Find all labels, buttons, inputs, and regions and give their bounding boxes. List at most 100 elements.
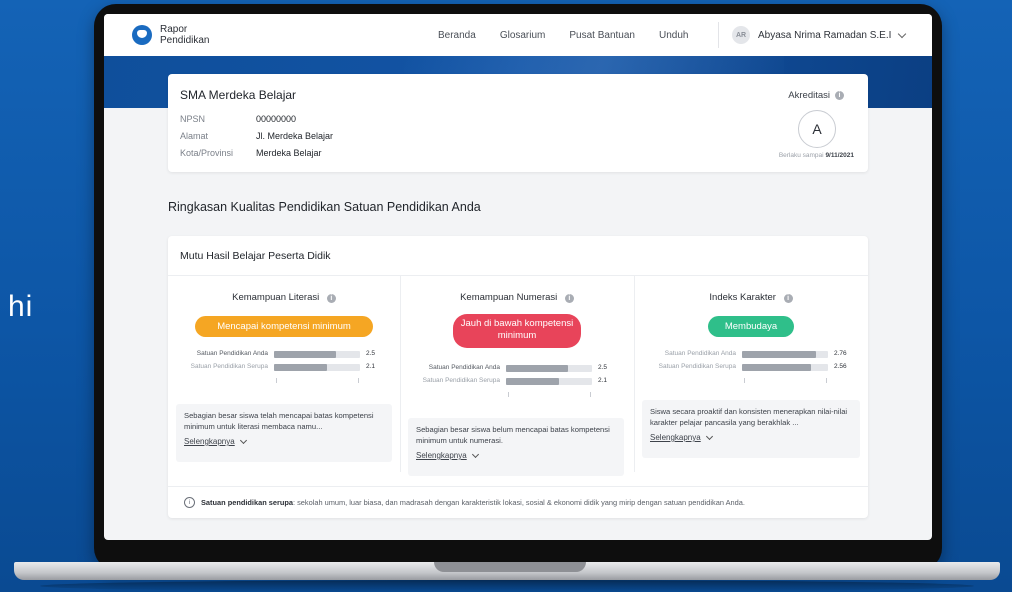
top-navbar: Rapor Pendidikan Beranda Glosarium Pusat… — [104, 14, 932, 57]
description-box: Sebagian besar siswa belum mencapai bata… — [408, 418, 624, 476]
metric-title-text: Indeks Karakter — [709, 292, 776, 303]
bar-track — [274, 351, 360, 358]
bar-label: Satuan Pendidikan Serupa — [190, 363, 268, 370]
field-alamat: Alamat Jl. Merdeka Belajar — [180, 131, 333, 141]
user-name: Abyasa Nrima Ramadan S.E.I — [758, 29, 892, 41]
scale-tick — [276, 378, 277, 383]
validity-date: 9/11/2021 — [825, 152, 854, 159]
metric-title: Kemampuan Literasi i — [168, 292, 400, 303]
field-kota-provinsi: Kota/Provinsi Merdeka Belajar — [180, 148, 322, 158]
info-icon[interactable]: i — [783, 294, 793, 303]
footnote-text: : sekolah umum, luar biasa, dan madrasah… — [293, 497, 745, 507]
footnote-term: Satuan pendidikan serupa — [201, 497, 293, 507]
user-menu[interactable]: AR Abyasa Nrima Ramadan S.E.I — [732, 14, 907, 56]
description-text: Sebagian besar siswa belum mencapai bata… — [416, 425, 610, 445]
read-more-label: Selengkapnya — [416, 451, 467, 460]
status-badge: Mencapai kompetensi minimum — [195, 316, 373, 337]
bar-fill — [506, 365, 568, 372]
nav-divider — [718, 22, 719, 48]
metric-numerasi: Kemampuan Numerasi i Jauh di bawah kompe… — [400, 276, 635, 476]
brand-logo[interactable]: Rapor Pendidikan — [132, 24, 209, 46]
bar-value: 2.5 — [366, 350, 376, 357]
bar-fill — [274, 351, 336, 358]
status-badge: Jauh di bawah kompetensi minimum — [453, 314, 581, 348]
info-icon: i — [184, 496, 195, 508]
bar-fill — [506, 378, 560, 385]
nav-links: Beranda Glosarium Pusat Bantuan Unduh — [438, 14, 712, 56]
bar-label: Satuan Pendidikan Serupa — [658, 363, 736, 370]
validity-prefix: Berlaku sampai — [778, 152, 824, 159]
chevron-down-icon — [898, 29, 907, 38]
field-value: Jl. Merdeka Belajar — [256, 131, 334, 141]
side-caption: hi — [8, 290, 34, 323]
avatar: AR — [732, 26, 750, 44]
accreditation-grade: A — [798, 110, 836, 148]
metric-title-text: Kemampuan Literasi — [232, 292, 320, 303]
laptop-notch — [434, 562, 586, 572]
metric-title: Kemampuan Numerasi i — [400, 292, 634, 303]
bar-value: 2.5 — [598, 364, 608, 371]
info-icon[interactable]: i — [835, 91, 844, 100]
quality-card-title: Mutu Hasil Belajar Peserta Didik — [180, 250, 331, 262]
scale-tick — [826, 378, 827, 383]
read-more-label: Selengkapnya — [650, 433, 701, 442]
nav-link-beranda[interactable]: Beranda — [438, 30, 476, 41]
bar-track — [506, 378, 592, 385]
info-icon[interactable]: i — [326, 294, 336, 303]
status-badge: Membudaya — [708, 316, 794, 337]
quality-card: Mutu Hasil Belajar Peserta Didik Kemampu… — [168, 236, 868, 518]
metric-literasi: Kemampuan Literasi i Mencapai kompetensi… — [168, 276, 401, 472]
bar-label: Satuan Pendidikan Anda — [196, 350, 268, 357]
bar-value: 2.1 — [598, 377, 608, 384]
nav-link-glosarium[interactable]: Glosarium — [500, 30, 546, 41]
read-more-link[interactable]: Selengkapnya — [184, 436, 384, 447]
bar-track — [274, 364, 360, 371]
info-icon[interactable]: i — [564, 294, 574, 303]
bar-fill — [742, 351, 816, 358]
description-box: Sebagian besar siswa telah mencapai bata… — [176, 404, 392, 462]
description-box: Siswa secara proaktif dan konsisten mene… — [642, 400, 860, 458]
chevron-down-icon — [239, 436, 247, 444]
nav-link-unduh[interactable]: Unduh — [659, 30, 688, 41]
bar-fill — [274, 364, 328, 371]
scale-tick — [358, 378, 359, 383]
scale-tick — [744, 378, 745, 383]
scale-tick — [508, 392, 509, 397]
chevron-down-icon — [471, 450, 479, 458]
school-name: SMA Merdeka Belajar — [180, 88, 297, 102]
description-text: Siswa secara proaktif dan konsisten mene… — [650, 407, 848, 427]
accreditation-text: Akreditasi — [788, 90, 830, 101]
bar-value: 2.76 — [834, 350, 847, 357]
metric-karakter: Indeks Karakter i Membudaya Satuan Pendi… — [634, 276, 868, 472]
laptop-shadow — [40, 580, 974, 592]
bar-track — [742, 364, 828, 371]
read-more-label: Selengkapnya — [184, 437, 235, 446]
footnote: i Satuan pendidikan serupa: sekolah umum… — [168, 486, 868, 517]
bar-track — [506, 365, 592, 372]
scale-tick — [590, 392, 591, 397]
accreditation-label: Akreditasi i — [788, 90, 844, 101]
read-more-link[interactable]: Selengkapnya — [416, 450, 616, 461]
bar-track — [742, 351, 828, 358]
field-label: NPSN — [180, 114, 206, 124]
logo-line-2: Pendidikan — [160, 35, 210, 46]
bar-value: 2.56 — [834, 363, 847, 370]
metric-title: Indeks Karakter i — [634, 292, 868, 303]
school-card: SMA Merdeka Belajar NPSN 00000000 Alamat… — [168, 74, 868, 172]
metric-title-text: Kemampuan Numerasi — [460, 292, 558, 303]
field-value: 00000000 — [256, 114, 297, 124]
field-label: Kota/Provinsi — [180, 148, 234, 158]
field-value: Merdeka Belajar — [256, 148, 322, 158]
bar-label: Satuan Pendidikan Anda — [428, 364, 500, 371]
nav-link-pusat-bantuan[interactable]: Pusat Bantuan — [569, 30, 635, 41]
bar-label: Satuan Pendidikan Anda — [664, 350, 736, 357]
field-label: Alamat — [180, 131, 209, 141]
read-more-link[interactable]: Selengkapnya — [650, 432, 852, 443]
chevron-down-icon — [705, 432, 713, 440]
field-npsn: NPSN 00000000 — [180, 114, 296, 124]
logo-line-1: Rapor — [160, 24, 188, 35]
logo-icon — [132, 25, 152, 45]
description-text: Sebagian besar siswa telah mencapai bata… — [184, 411, 374, 431]
accreditation-validity: Berlaku sampai 9/11/2021 — [779, 152, 854, 159]
bar-label: Satuan Pendidikan Serupa — [422, 377, 500, 384]
